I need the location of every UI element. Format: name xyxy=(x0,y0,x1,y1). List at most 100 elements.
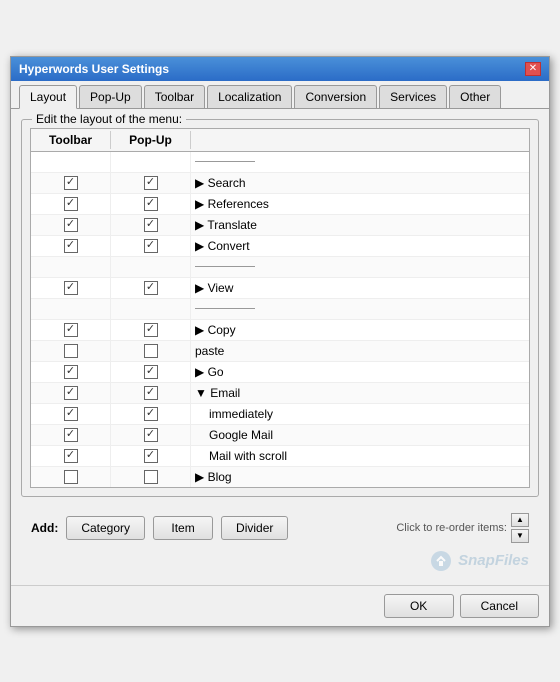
cell-toolbar[interactable] xyxy=(31,194,111,214)
cell-toolbar[interactable] xyxy=(31,341,111,361)
add-label: Add: xyxy=(31,521,58,535)
popup-checkbox[interactable] xyxy=(144,323,158,337)
popup-checkbox[interactable] xyxy=(144,365,158,379)
table-row: ▶ Translate xyxy=(31,215,529,236)
cell-popup[interactable] xyxy=(111,257,191,277)
cell-toolbar[interactable] xyxy=(31,278,111,298)
item-label: ▶ Search xyxy=(195,176,246,190)
cell-toolbar[interactable] xyxy=(31,320,111,340)
cell-toolbar[interactable] xyxy=(31,425,111,445)
footer: OK Cancel xyxy=(11,585,549,626)
cell-toolbar[interactable] xyxy=(31,152,111,172)
item-label: ▼ Email xyxy=(195,386,240,400)
tab-conversion[interactable]: Conversion xyxy=(294,85,377,108)
tab-services[interactable]: Services xyxy=(379,85,447,108)
cell-toolbar[interactable] xyxy=(31,362,111,382)
cell-toolbar[interactable] xyxy=(31,446,111,466)
toolbar-checkbox[interactable] xyxy=(64,323,78,337)
table-row: Mail with scroll xyxy=(31,446,529,467)
toolbar-checkbox[interactable] xyxy=(64,470,78,484)
category-button[interactable]: Category xyxy=(66,516,145,540)
header-popup: Pop-Up xyxy=(111,131,191,149)
content-area: Edit the layout of the menu: Toolbar Pop… xyxy=(11,109,549,585)
toolbar-checkbox[interactable] xyxy=(64,176,78,190)
toolbar-checkbox[interactable] xyxy=(64,386,78,400)
toolbar-checkbox[interactable] xyxy=(64,428,78,442)
cell-popup[interactable] xyxy=(111,299,191,319)
cell-popup[interactable] xyxy=(111,152,191,172)
popup-checkbox[interactable] xyxy=(144,218,158,232)
cell-popup[interactable] xyxy=(111,236,191,256)
toolbar-checkbox[interactable] xyxy=(64,218,78,232)
cell-item: ▶ Copy xyxy=(191,322,529,338)
cell-toolbar[interactable] xyxy=(31,173,111,193)
table-body[interactable]: ▶ Search▶ References▶ Translate▶ Convert… xyxy=(31,152,529,487)
cell-popup[interactable] xyxy=(111,425,191,445)
tab-popup[interactable]: Pop-Up xyxy=(79,85,142,108)
popup-checkbox[interactable] xyxy=(144,386,158,400)
cell-toolbar[interactable] xyxy=(31,299,111,319)
item-button[interactable]: Item xyxy=(153,516,213,540)
cell-item: Mail with scroll xyxy=(191,448,529,464)
cell-toolbar[interactable] xyxy=(31,236,111,256)
tabs-bar: Layout Pop-Up Toolbar Localization Conve… xyxy=(11,81,549,109)
table-row xyxy=(31,152,529,173)
item-label: Mail with scroll xyxy=(195,449,287,463)
table-row: ▶ Go xyxy=(31,362,529,383)
cell-toolbar[interactable] xyxy=(31,467,111,487)
popup-checkbox[interactable] xyxy=(144,281,158,295)
cell-toolbar[interactable] xyxy=(31,404,111,424)
table-row: ▶ Blog xyxy=(31,467,529,487)
toolbar-checkbox[interactable] xyxy=(64,239,78,253)
cell-popup[interactable] xyxy=(111,194,191,214)
bottom-area: Add: Category Item Divider Click to re-o… xyxy=(21,505,539,551)
cell-popup[interactable] xyxy=(111,215,191,235)
toolbar-checkbox[interactable] xyxy=(64,197,78,211)
cell-popup[interactable] xyxy=(111,404,191,424)
toolbar-checkbox[interactable] xyxy=(64,449,78,463)
popup-checkbox[interactable] xyxy=(144,197,158,211)
reorder-down-button[interactable]: ▼ xyxy=(511,529,529,543)
item-label: ▶ View xyxy=(195,281,233,295)
cell-item: ▶ Search xyxy=(191,175,529,191)
item-label: ▶ Blog xyxy=(195,470,232,484)
cell-popup[interactable] xyxy=(111,173,191,193)
cell-toolbar[interactable] xyxy=(31,257,111,277)
reorder-up-button[interactable]: ▲ xyxy=(511,513,529,527)
ok-button[interactable]: OK xyxy=(384,594,454,618)
cell-popup[interactable] xyxy=(111,341,191,361)
popup-checkbox[interactable] xyxy=(144,428,158,442)
popup-checkbox[interactable] xyxy=(144,344,158,358)
close-button[interactable]: ✕ xyxy=(525,62,541,76)
toolbar-checkbox[interactable] xyxy=(64,407,78,421)
cell-toolbar[interactable] xyxy=(31,215,111,235)
cell-item xyxy=(191,158,529,165)
cell-popup[interactable] xyxy=(111,320,191,340)
cell-item: ▶ View xyxy=(191,280,529,296)
popup-checkbox[interactable] xyxy=(144,407,158,421)
cell-popup[interactable] xyxy=(111,383,191,403)
cell-popup[interactable] xyxy=(111,278,191,298)
popup-checkbox[interactable] xyxy=(144,239,158,253)
divider-button[interactable]: Divider xyxy=(221,516,288,540)
tab-toolbar[interactable]: Toolbar xyxy=(144,85,205,108)
toolbar-checkbox[interactable] xyxy=(64,344,78,358)
popup-checkbox[interactable] xyxy=(144,176,158,190)
item-label: ▶ Translate xyxy=(195,218,257,232)
reorder-label: Click to re-order items: xyxy=(396,522,507,534)
tab-layout[interactable]: Layout xyxy=(19,85,77,109)
tab-other[interactable]: Other xyxy=(449,85,501,108)
table-row: ▶ Copy xyxy=(31,320,529,341)
cell-popup[interactable] xyxy=(111,467,191,487)
popup-checkbox[interactable] xyxy=(144,470,158,484)
toolbar-checkbox[interactable] xyxy=(64,281,78,295)
tab-localization[interactable]: Localization xyxy=(207,85,292,108)
item-label: paste xyxy=(195,344,224,358)
cell-popup[interactable] xyxy=(111,446,191,466)
cell-popup[interactable] xyxy=(111,362,191,382)
toolbar-checkbox[interactable] xyxy=(64,365,78,379)
cell-toolbar[interactable] xyxy=(31,383,111,403)
main-window: Hyperwords User Settings ✕ Layout Pop-Up… xyxy=(10,56,550,627)
cancel-button[interactable]: Cancel xyxy=(460,594,539,618)
popup-checkbox[interactable] xyxy=(144,449,158,463)
